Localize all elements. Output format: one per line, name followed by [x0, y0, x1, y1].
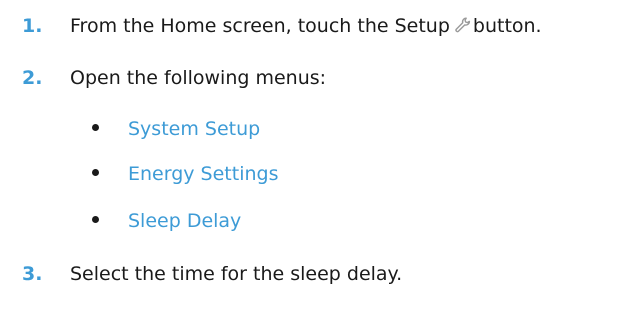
- step-number: 1.: [22, 15, 43, 37]
- menu-link-energy-settings[interactable]: Energy Settings: [128, 163, 279, 185]
- step-text: Select the time for the sleep delay.: [70, 263, 403, 285]
- step-2: 2. Open the following menus:: [22, 66, 326, 90]
- menu-link-system-setup[interactable]: System Setup: [128, 118, 260, 140]
- menu-item-system-setup: System Setup: [92, 117, 260, 141]
- bullet-icon: [92, 124, 99, 131]
- menu-item-sleep-delay: Sleep Delay: [92, 209, 241, 233]
- step-number: 3.: [22, 263, 43, 285]
- bullet-icon: [92, 169, 99, 176]
- menu-link-sleep-delay[interactable]: Sleep Delay: [128, 210, 241, 232]
- step-text-after: button.: [472, 15, 542, 37]
- step-text-before: From the Home screen, touch the Setup: [70, 15, 450, 37]
- bullet-icon: [92, 216, 99, 223]
- step-text: Open the following menus:: [70, 67, 327, 89]
- step-text: From the Home screen, touch the Setup but…: [70, 14, 542, 38]
- step-3: 3. Select the time for the sleep delay.: [22, 262, 402, 286]
- step-number: 2.: [22, 67, 43, 89]
- step-1: 1. From the Home screen, touch the Setup b…: [22, 14, 542, 38]
- wrench-icon: [454, 16, 471, 33]
- menu-item-energy-settings: Energy Settings: [92, 162, 279, 186]
